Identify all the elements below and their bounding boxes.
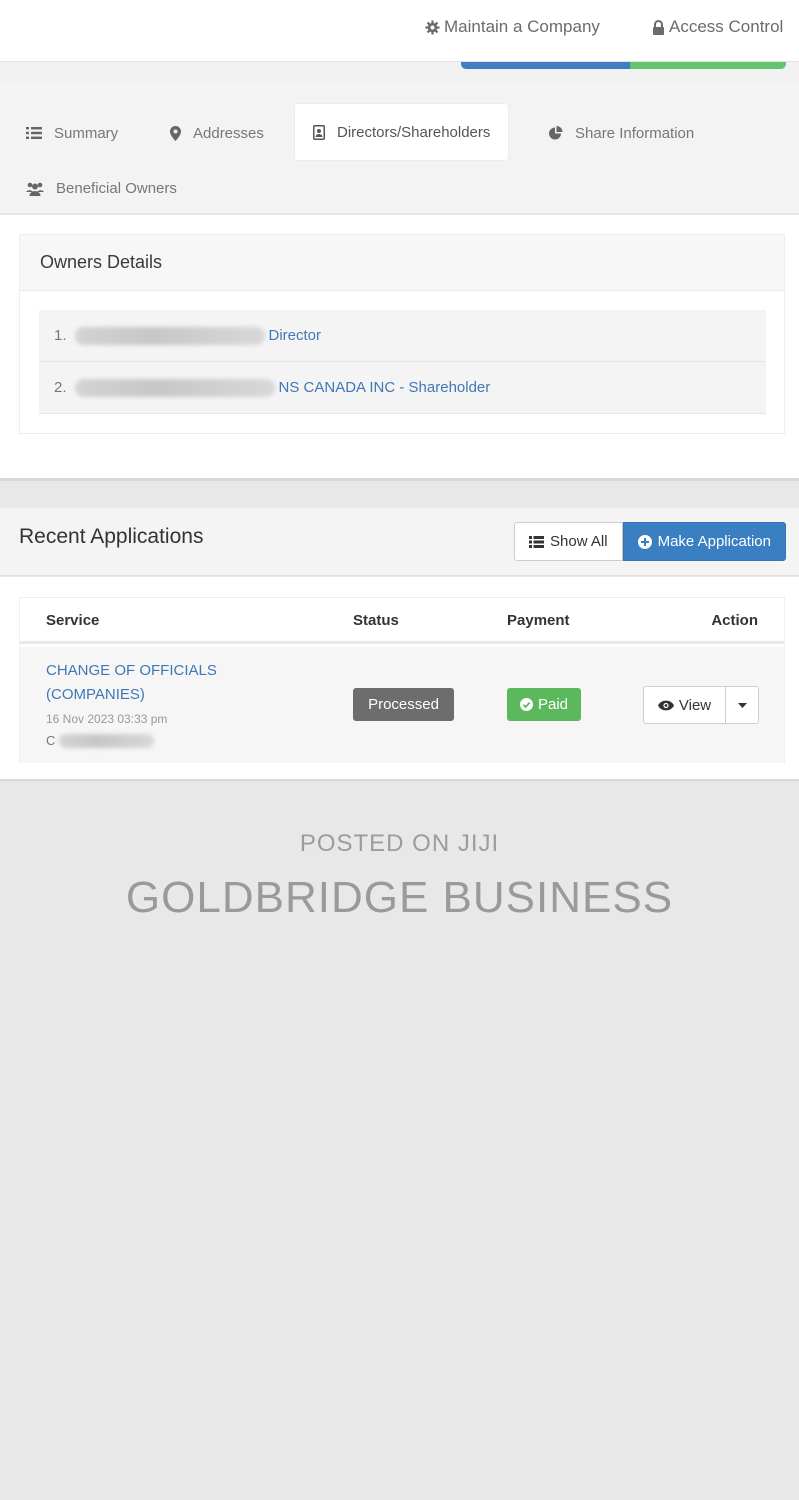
nav-access-control-label: Access Control — [669, 17, 784, 36]
view-label: View — [678, 696, 712, 714]
owner-row[interactable]: 2. NS CANADA INC - Shareholder — [39, 362, 766, 414]
payment-badge: Paid — [507, 688, 581, 721]
column-payment: Payment — [507, 612, 570, 629]
progress-segment-blue — [461, 62, 630, 69]
row-actions: View — [643, 686, 759, 724]
redacted-text — [59, 733, 155, 748]
show-all-button[interactable]: Show All — [514, 522, 623, 561]
owners-details-card: Owners Details 1. Director 2. NS CANADA … — [19, 234, 785, 434]
tab-addresses-label: Addresses — [193, 124, 264, 142]
list-icon — [529, 535, 545, 548]
service-link[interactable]: CHANGE OF OFFICIALS (COMPANIES) — [46, 659, 246, 707]
check-circle-icon — [519, 698, 533, 711]
gear-icon — [425, 19, 440, 35]
recent-applications-title: Recent Applications — [19, 525, 204, 548]
id-badge-icon — [313, 124, 325, 140]
tab-directors-shareholders[interactable]: Directors/Shareholders — [295, 104, 509, 160]
actions-dropdown-toggle[interactable] — [726, 686, 759, 724]
owner-role: Director — [268, 327, 322, 344]
users-icon — [26, 182, 44, 196]
plus-circle-icon — [637, 534, 652, 549]
column-action: Action — [711, 612, 758, 629]
show-all-label: Show All — [550, 533, 608, 550]
pie-chart-icon — [549, 125, 563, 139]
application-date: 16 Nov 2023 03:33 pm — [46, 712, 168, 726]
application-submitter: C — [46, 733, 158, 748]
tab-beneficial-owners-label: Beneficial Owners — [56, 179, 177, 197]
tab-summary[interactable]: Summary — [8, 105, 136, 161]
nav-access-control[interactable]: Access Control — [652, 17, 783, 37]
owner-number: 1. — [54, 327, 67, 344]
owners-details-title: Owners Details — [20, 235, 784, 291]
lock-icon — [653, 19, 664, 35]
progress-segment-green — [630, 62, 786, 69]
owners-section: Owners Details 1. Director 2. NS CANADA … — [0, 215, 799, 481]
progress-strip — [461, 62, 786, 69]
watermark-seller-name: GOLDBRIDGE BUSINESS — [125, 873, 674, 922]
owner-number: 2. — [54, 379, 67, 396]
owner-row[interactable]: 1. Director — [39, 310, 766, 362]
service-name-line1: CHANGE OF OFFICIALS — [46, 662, 217, 679]
tab-beneficial-owners[interactable]: Beneficial Owners — [8, 160, 195, 216]
tab-addresses[interactable]: Addresses — [152, 105, 282, 161]
recent-applications-header: Recent Applications Show All Make Applic… — [0, 508, 799, 576]
watermark-posted-on: POSTED ON JIJI — [299, 830, 500, 857]
owner-role: CANADA INC - Shareholder — [303, 379, 491, 396]
map-marker-icon — [170, 125, 181, 141]
nav-maintain-company-label: Maintain a Company — [444, 17, 600, 36]
service-name-line2: (COMPANIES) — [46, 686, 145, 703]
redacted-text — [74, 326, 265, 345]
applications-table: Service Status Payment Action CHANGE OF … — [19, 597, 785, 763]
column-status: Status — [353, 612, 399, 629]
owner-name-fragment: NS — [278, 379, 300, 396]
company-tabs: Summary Addresses Directors/Shareholders… — [0, 82, 799, 215]
submitter-initial: C — [46, 733, 56, 748]
nav-maintain-company[interactable]: Maintain a Company — [425, 17, 600, 37]
tab-share-information-label: Share Information — [575, 124, 695, 142]
table-header: Service Status Payment Action — [20, 598, 784, 644]
make-application-button[interactable]: Make Application — [622, 522, 786, 561]
caret-down-icon — [737, 702, 747, 708]
status-badge: Processed — [353, 688, 454, 721]
payment-label: Paid — [537, 696, 569, 713]
tab-summary-label: Summary — [54, 124, 119, 142]
column-service: Service — [46, 612, 100, 629]
view-button[interactable]: View — [643, 686, 726, 724]
redacted-text — [74, 378, 275, 397]
list-icon — [26, 127, 42, 139]
top-navbar: Maintain a Company Access Control — [0, 0, 799, 62]
tab-directors-shareholders-label: Directors/Shareholders — [337, 123, 491, 141]
tab-share-information[interactable]: Share Information — [530, 105, 712, 161]
recent-applications-body: Service Status Payment Action CHANGE OF … — [0, 577, 799, 781]
eye-icon — [657, 700, 674, 710]
table-row: CHANGE OF OFFICIALS (COMPANIES) 16 Nov 2… — [20, 647, 784, 763]
recent-actions: Show All Make Application — [514, 522, 786, 561]
make-application-label: Make Application — [657, 533, 771, 550]
